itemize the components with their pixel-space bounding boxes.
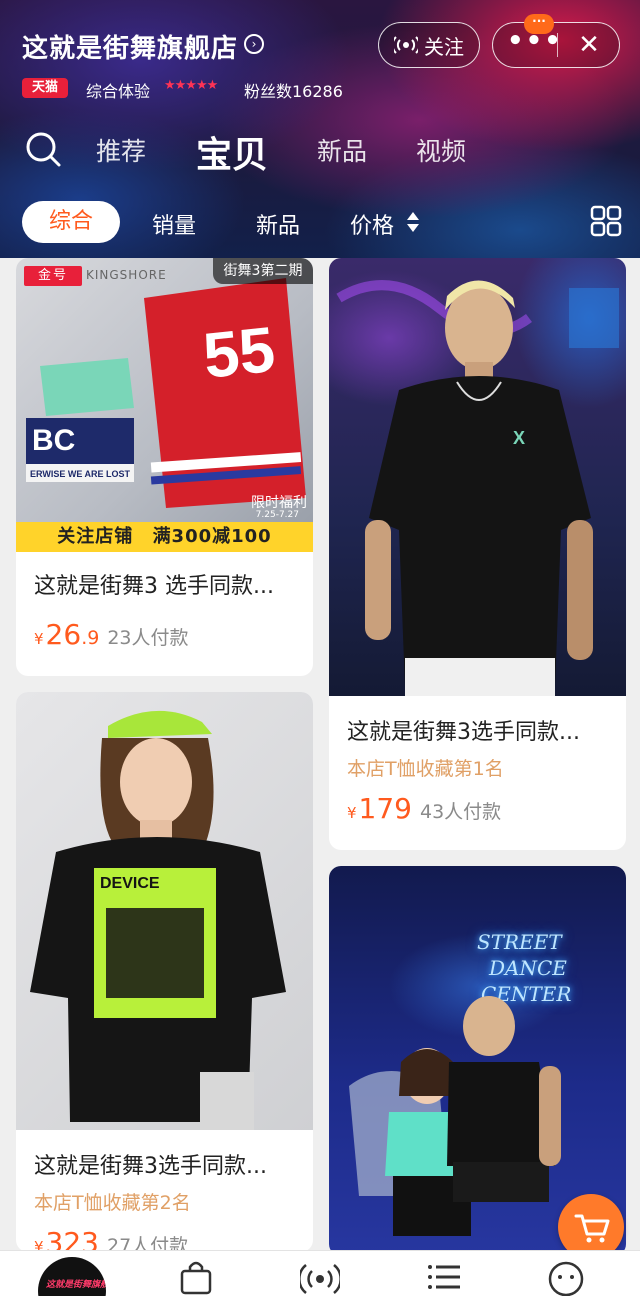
grid-view-icon[interactable]	[590, 205, 622, 237]
product-title: 这就是街舞3选手同款...	[34, 1154, 267, 1179]
broadcast-icon	[394, 36, 418, 54]
gold-badge: 金号	[24, 266, 82, 286]
price-row: ¥ 26 .9 23人付款	[34, 618, 189, 651]
product-title: 这就是街舞3 选手同款...	[34, 574, 274, 599]
limited-offer-tag: 限时福利	[251, 495, 307, 511]
sort-price[interactable]: 价格	[350, 208, 394, 240]
mini-program-capsule: ••• ✕	[492, 22, 620, 68]
search-icon[interactable]	[24, 130, 62, 168]
product-image: X	[329, 258, 626, 696]
live-broadcast-icon[interactable]	[300, 1257, 340, 1296]
sort-arrows-icon	[407, 212, 419, 232]
brand-label: KINGSHORE	[86, 268, 167, 282]
store-logo-text: 这就是街舞旗舰店	[46, 1280, 106, 1290]
paid-count: 27人付款	[107, 1235, 189, 1252]
price-row: ¥ 323 27人付款	[34, 1226, 188, 1252]
svg-text:ERWISE WE ARE LOST: ERWISE WE ARE LOST	[30, 469, 131, 479]
currency-symbol: ¥	[34, 630, 44, 648]
customer-service-icon[interactable]	[546, 1257, 586, 1296]
svg-text:55: 55	[200, 313, 278, 392]
follow-label: 关注	[424, 34, 464, 59]
paid-count: 23人付款	[107, 627, 189, 649]
bottom-navigation: 这就是街舞旗舰店	[0, 1250, 640, 1296]
store-header: 这就是街舞旗舰店 › 关注 ••• ✕ ··· 天猫 综合体验 ★★★★★ 粉丝…	[0, 0, 640, 258]
tab-recommend[interactable]: 推荐	[96, 132, 146, 168]
product-rank: 本店T恤收藏第1名	[347, 758, 504, 780]
fans-count: 粉丝数16286	[244, 82, 343, 101]
notification-badge: ···	[524, 14, 554, 34]
tab-video[interactable]: 视频	[416, 132, 466, 168]
shopping-bag-icon[interactable]	[176, 1257, 216, 1296]
price-decimal: .9	[81, 627, 100, 649]
svg-text:X: X	[513, 428, 525, 448]
promo-bar[interactable]: 关注店铺 满300减100	[16, 522, 313, 552]
promo-deal: 满300减100	[152, 526, 272, 547]
price-integer: 323	[45, 1226, 99, 1252]
price-integer: 26	[45, 618, 82, 651]
product-rank: 本店T恤收藏第2名	[34, 1192, 191, 1214]
product-title: 这就是街舞3选手同款...	[347, 720, 580, 745]
price-integer: 179	[358, 792, 412, 825]
model-illustration: DEVICE	[30, 710, 286, 1130]
sort-sales[interactable]: 销量	[152, 208, 196, 240]
svg-text:DEVICE: DEVICE	[100, 875, 160, 892]
store-logo[interactable]: 这就是街舞旗舰店	[38, 1257, 106, 1296]
product-card[interactable]: 55 ERWISE WE ARE LOST BC 金号 KINGSHORE 街舞…	[16, 258, 313, 676]
limited-offer-date: 7.25-7.27	[255, 510, 299, 520]
close-button[interactable]: ✕	[567, 23, 611, 67]
product-card[interactable]: DEVICE 这就是街舞3选手同款... 本店T恤收藏第2名 ¥ 323 27人…	[16, 692, 313, 1252]
price-row: ¥ 179 43人付款	[347, 792, 501, 825]
currency-symbol: ¥	[347, 804, 357, 822]
tmall-badge: 天猫	[22, 78, 68, 98]
tab-products[interactable]: 宝贝	[196, 126, 268, 178]
follow-button[interactable]: 关注	[378, 22, 480, 68]
store-name[interactable]: 这就是街舞旗舰店	[22, 28, 238, 65]
towel-illustration: 55 ERWISE WE ARE LOST BC	[26, 278, 306, 508]
season-tag: 街舞3第二期	[213, 258, 313, 284]
experience-label: 综合体验	[86, 82, 151, 101]
sort-new[interactable]: 新品	[256, 208, 300, 240]
category-list-icon[interactable]	[424, 1257, 464, 1296]
model-illustration: X	[336, 280, 619, 696]
svg-text:BC: BC	[32, 424, 75, 457]
rating-stars: ★★★★★	[164, 78, 218, 93]
product-image: 55 ERWISE WE ARE LOST BC 金号 KINGSHORE 街舞…	[16, 258, 313, 522]
sort-comprehensive[interactable]: 综合	[22, 201, 120, 243]
product-card[interactable]: X 这就是街舞3选手同款... 本店T恤收藏第1名 ¥ 179 43人付款	[329, 258, 626, 850]
product-image: DEVICE	[16, 692, 313, 1130]
chevron-right-icon[interactable]: ›	[244, 34, 264, 54]
tab-new[interactable]: 新品	[317, 132, 367, 168]
paid-count: 43人付款	[420, 801, 502, 823]
capsule-divider	[557, 33, 558, 57]
promo-follow: 关注店铺	[57, 526, 134, 547]
